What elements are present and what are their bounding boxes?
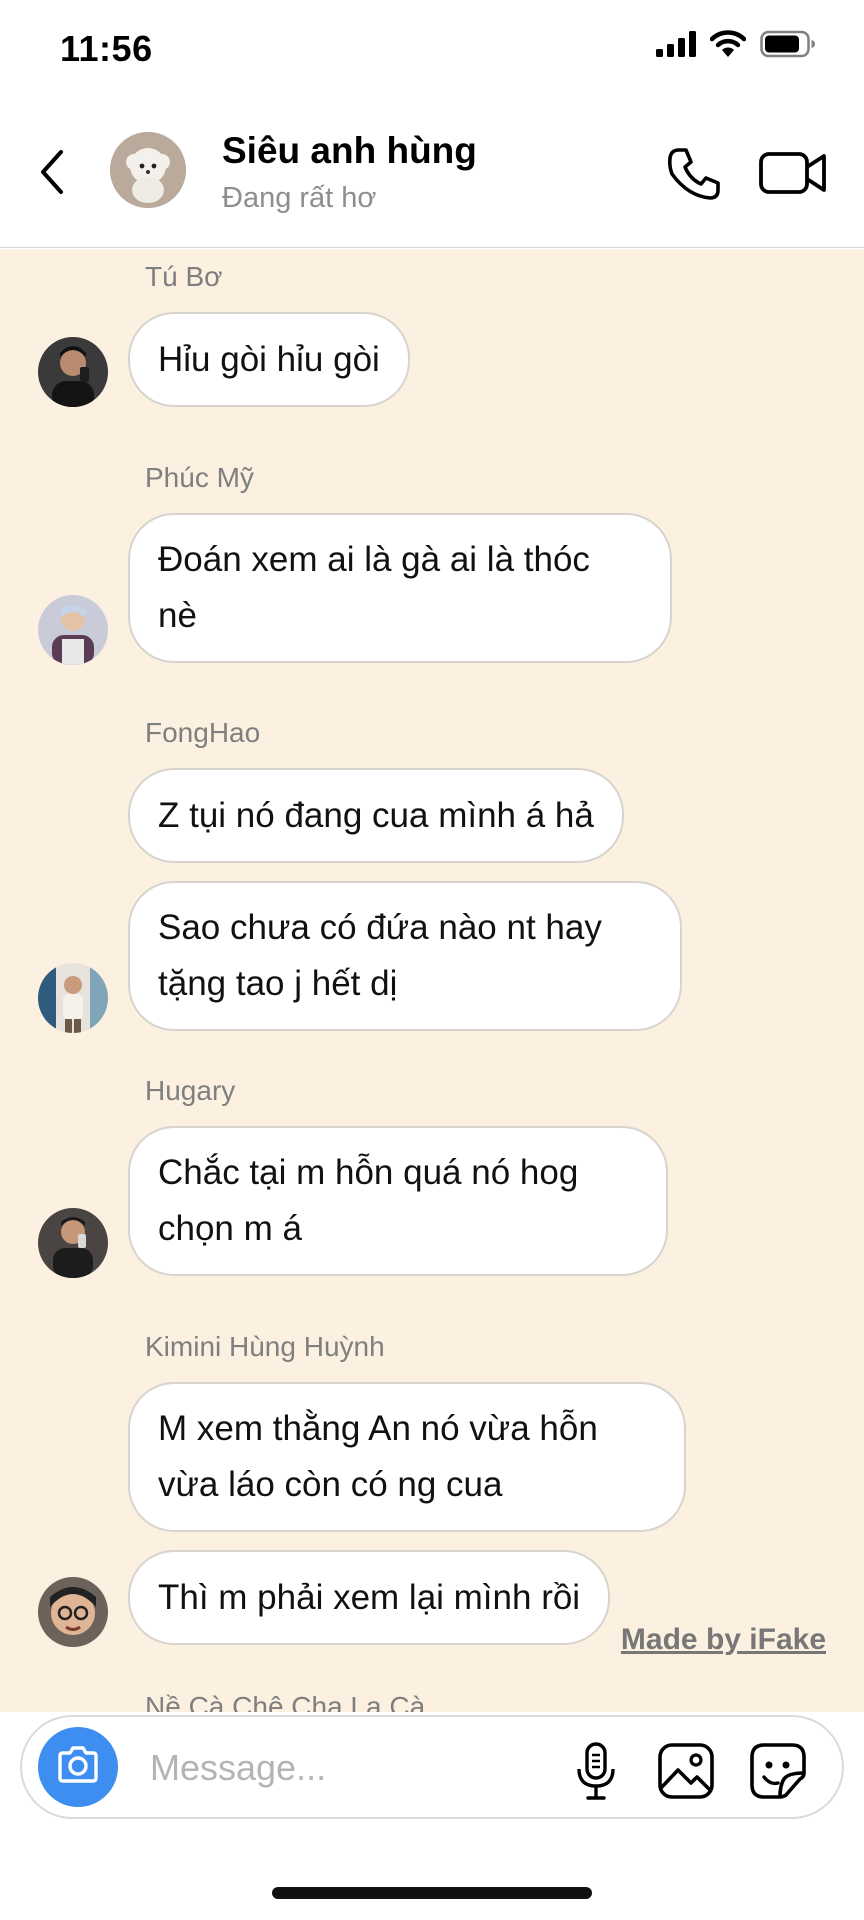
- group-status: Đang rất hơ: [222, 182, 377, 214]
- composer-area: [0, 1712, 864, 1920]
- sticker-icon: [748, 1743, 808, 1805]
- message-bubble[interactable]: Thì m phải xem lại mình rồi: [128, 1550, 611, 1645]
- chat-screen: 11:56 Siêu anh hùng Đang rất hơ Tú Bơ Hỉ…: [0, 0, 864, 1920]
- message-bubble[interactable]: M xem thằng An nó vừa hỗn vừa láo còn có…: [128, 1382, 686, 1532]
- home-indicator[interactable]: [272, 1887, 592, 1899]
- battery-icon: [760, 30, 816, 63]
- sender-name: Kimini Hùng Huỳnh: [145, 1331, 385, 1362]
- message-list[interactable]: Tú Bơ Hỉu gòi hỉu gòi Phúc Mỹ Đoán xem a…: [0, 249, 864, 1712]
- avatar[interactable]: [38, 595, 108, 665]
- sender-name: FongHao: [145, 717, 261, 748]
- watermark: Made by iFake: [620, 1623, 826, 1656]
- group-avatar[interactable]: [110, 132, 186, 208]
- message-bubble[interactable]: Sao chưa có đứa nào nt hay tặng tao j hế…: [128, 881, 682, 1031]
- microphone-icon: [568, 1742, 624, 1805]
- sender-name: Nề Cà Chê Cha La Cà: [145, 1691, 426, 1712]
- gallery-button[interactable]: [656, 1741, 716, 1801]
- phone-icon: [664, 148, 724, 208]
- message-text: Chắc tại m hỗn quá nó hog chọn m á: [158, 1153, 579, 1248]
- image-icon: [656, 1743, 716, 1805]
- message-input[interactable]: [150, 1743, 550, 1793]
- sticker-button[interactable]: [748, 1741, 808, 1801]
- message-text: Hỉu gòi hỉu gòi: [158, 339, 380, 379]
- video-camera-icon: [758, 152, 828, 204]
- back-button[interactable]: [26, 144, 78, 204]
- message-bubble[interactable]: Z tụi nó đang cua mình á hả: [128, 768, 624, 863]
- avatar[interactable]: [38, 963, 108, 1033]
- message-text: Đoán xem ai là gà ai là thóc nè: [158, 540, 590, 635]
- message-composer: [20, 1715, 844, 1819]
- avatar[interactable]: [38, 1577, 108, 1647]
- voice-call-button[interactable]: [664, 144, 724, 204]
- status-bar: 11:56: [0, 0, 864, 100]
- sender-name: Tú Bơ: [145, 261, 223, 292]
- status-time: 11:56: [60, 28, 153, 69]
- sender-name: Hugary: [145, 1075, 236, 1106]
- group-name[interactable]: Siêu anh hùng: [222, 130, 477, 172]
- message-text: M xem thằng An nó vừa hỗn vừa láo còn có…: [158, 1409, 598, 1504]
- message-bubble[interactable]: Chắc tại m hỗn quá nó hog chọn m á: [128, 1126, 668, 1276]
- camera-button[interactable]: [38, 1727, 118, 1807]
- microphone-button[interactable]: [568, 1741, 624, 1801]
- avatar[interactable]: [38, 337, 108, 407]
- avatar[interactable]: [38, 1208, 108, 1278]
- camera-icon: [56, 1745, 100, 1789]
- video-call-button[interactable]: [758, 146, 828, 200]
- message-text: Sao chưa có đứa nào nt hay tặng tao j hế…: [158, 908, 602, 1003]
- cellular-signal-icon: [656, 31, 696, 62]
- sender-name: Phúc Mỹ: [145, 462, 254, 493]
- message-text: Thì m phải xem lại mình rồi: [158, 1577, 581, 1617]
- chat-header: Siêu anh hùng Đang rất hơ: [0, 100, 864, 248]
- message-text: Z tụi nó đang cua mình á hả: [158, 795, 594, 835]
- chevron-left-icon: [37, 148, 67, 201]
- wifi-icon: [709, 30, 747, 63]
- status-icons: [656, 30, 816, 63]
- message-bubble[interactable]: Hỉu gòi hỉu gòi: [128, 312, 410, 407]
- message-bubble[interactable]: Đoán xem ai là gà ai là thóc nè: [128, 513, 672, 663]
